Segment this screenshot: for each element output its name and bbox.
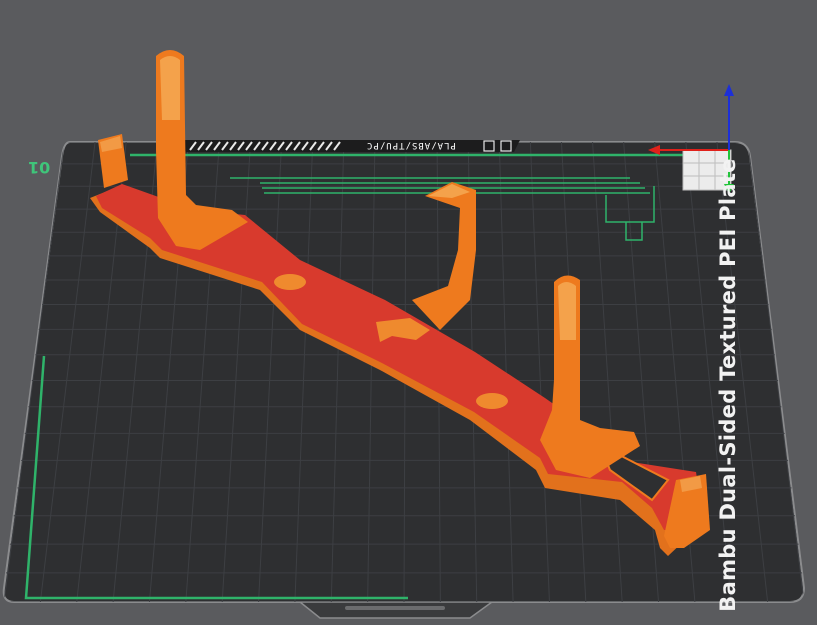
z-axis-arrow — [724, 84, 734, 96]
plate-material-label: PLA/ABS/TPU/PC — [366, 140, 456, 150]
plate-type-label: Bambu Dual-Sided Textured PEI Plate — [716, 158, 740, 612]
plate-number: 01 — [28, 158, 51, 177]
3d-viewport[interactable]: PLA/ABS/TPU/PC 01 Bambu Dual-Sided Textu… — [0, 0, 817, 625]
plate-label-tab — [180, 140, 520, 152]
